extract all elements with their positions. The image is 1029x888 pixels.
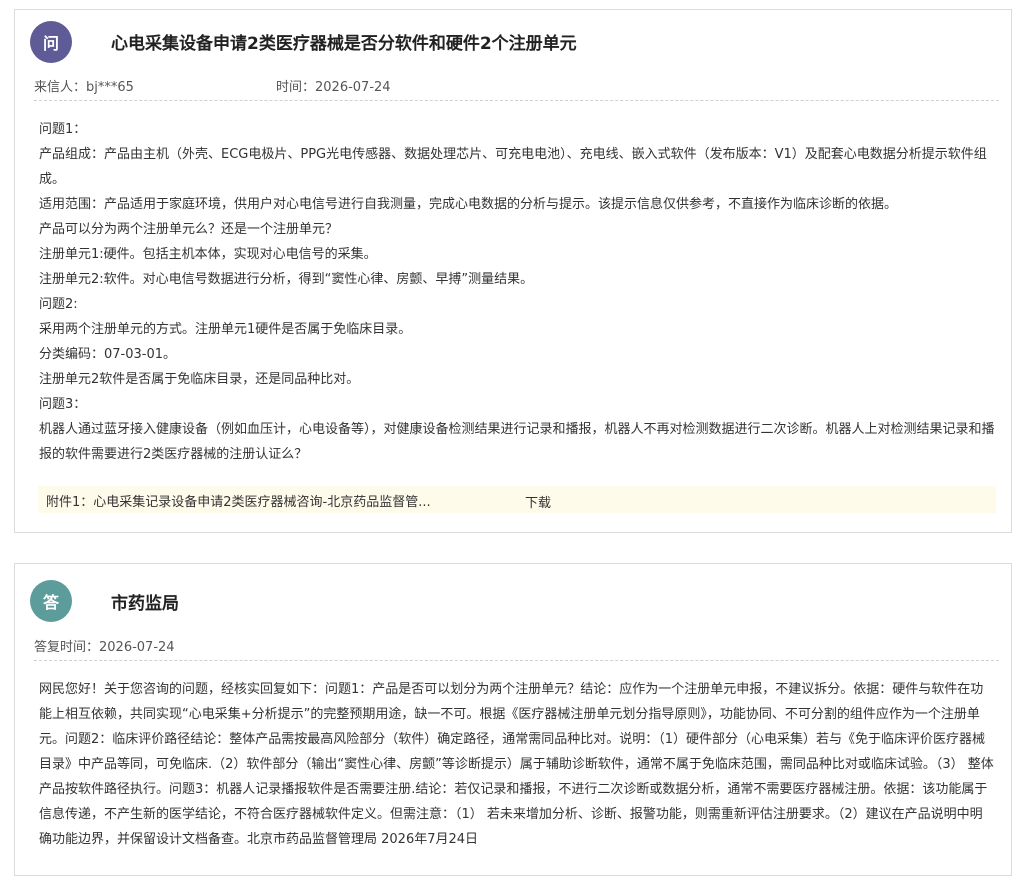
question-line: 问题1： (39, 122, 87, 137)
attachment-name: 附件1：心电采集记录设备申请2类医疗器械咨询-北京药品监督管... (46, 495, 431, 510)
answer-title: 市药监局 (111, 594, 179, 614)
question-line: 适用范围：产品适用于家庭环境，供用户对心电信号进行自我测量，完成心电数据的分析与… (39, 197, 898, 212)
answer-badge: 答 (30, 580, 72, 622)
download-link[interactable]: 下载 (525, 492, 551, 511)
question-body: 问题1： 产品组成：产品由主机（外壳、ECG电极片、PPG光电传感器、数据处理芯… (39, 117, 995, 467)
question-meta: 来信人：bj***65 时间：2026-07-24 (34, 76, 999, 101)
reply-time-label: 答复时间：2026-07-24 (34, 640, 175, 655)
answer-card: 答 市药监局 答复时间：2026-07-24 网民您好！关于您咨询的问题，经核实… (14, 563, 1012, 876)
attachment-bar: 附件1：心电采集记录设备申请2类医疗器械咨询-北京药品监督管... 下载 (38, 486, 996, 513)
question-line: 分类编码：07-03-01。 (39, 347, 177, 362)
answer-body: 网民您好！关于您咨询的问题，经核实回复如下：问题1：产品是否可以划分为两个注册单… (39, 677, 995, 852)
question-line: 产品组成：产品由主机（外壳、ECG电极片、PPG光电传感器、数据处理芯片、可充电… (39, 147, 987, 187)
question-card: 问 心电采集设备申请2类医疗器械是否分软件和硬件2个注册单元 来信人：bj***… (14, 9, 1012, 533)
answer-meta: 答复时间：2026-07-24 (34, 636, 999, 661)
question-badge: 问 (30, 21, 72, 63)
question-line: 注册单元2软件是否属于免临床目录，还是同品种比对。 (39, 372, 360, 387)
question-line: 机器人通过蓝牙接入健康设备（例如血压计，心电设备等），对健康设备检测结果进行记录… (39, 422, 995, 462)
answer-text: 网民您好！关于您咨询的问题，经核实回复如下：问题1：产品是否可以划分为两个注册单… (39, 682, 994, 847)
question-line: 注册单元1:硬件。包括主机本体，实现对心电信号的采集。 (39, 247, 377, 262)
time-label: 时间：2026-07-24 (276, 80, 391, 95)
question-line: 注册单元2:软件。对心电信号数据进行分析，得到“窦性心律、房颤、早搏”测量结果。 (39, 272, 534, 287)
question-line: 问题2: (39, 297, 78, 312)
question-line: 采用两个注册单元的方式。注册单元1硬件是否属于免临床目录。 (39, 322, 412, 337)
question-line: 产品可以分为两个注册单元么？还是一个注册单元？ (39, 222, 339, 237)
sender-label: 来信人：bj***65 (34, 80, 134, 95)
question-title: 心电采集设备申请2类医疗器械是否分软件和硬件2个注册单元 (111, 34, 577, 54)
question-line: 问题3： (39, 397, 87, 412)
